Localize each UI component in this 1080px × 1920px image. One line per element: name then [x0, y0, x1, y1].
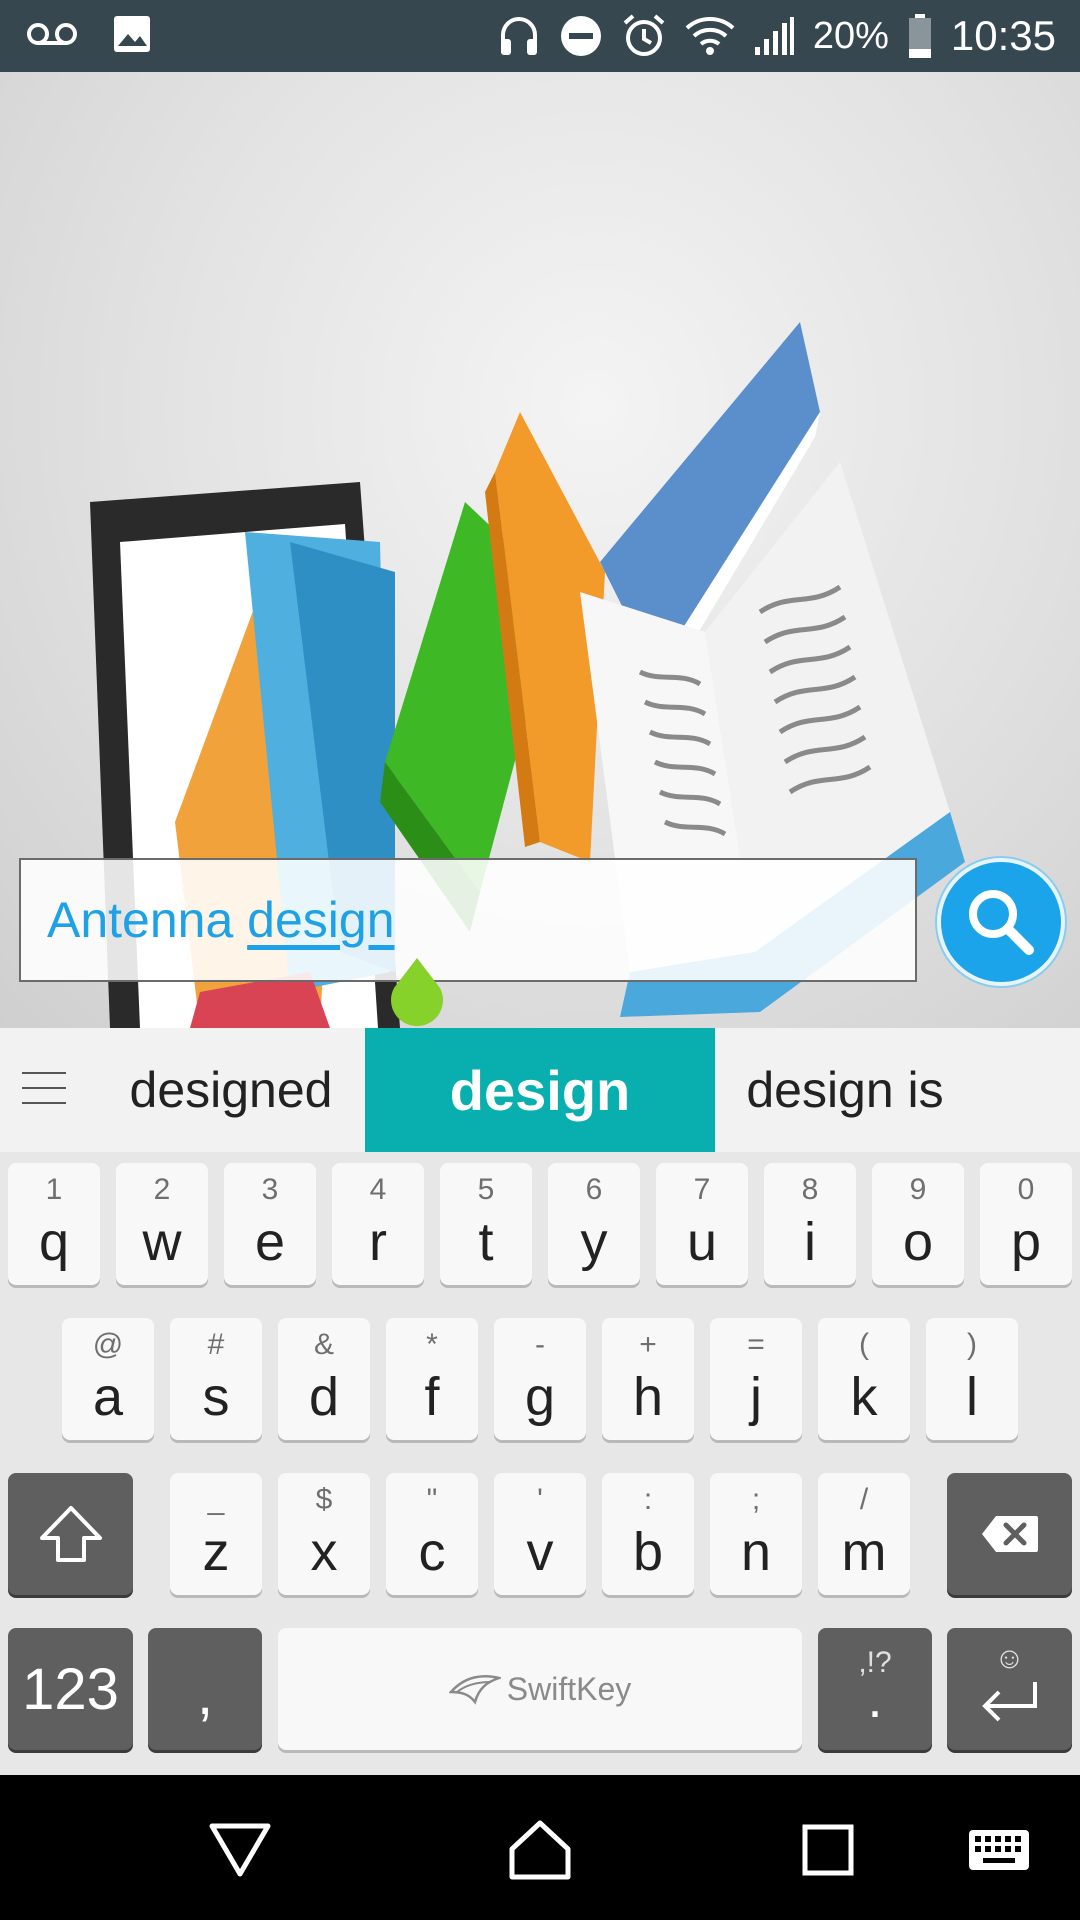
key-x[interactable]: $ x — [278, 1473, 370, 1595]
wifi-icon — [685, 17, 735, 55]
alarm-icon — [623, 14, 665, 56]
home-icon — [509, 1820, 571, 1880]
key-t[interactable]: 5t — [440, 1163, 532, 1285]
signal-icon — [754, 17, 794, 55]
recents-icon — [802, 1824, 854, 1876]
punctuation-key[interactable]: ,!? . — [818, 1628, 932, 1750]
swiftkey-logo: SwiftKey — [448, 1671, 631, 1708]
key-g[interactable]: -g — [494, 1318, 586, 1440]
keyboard: designed design design is 1q 2w 3e 4r 5t… — [0, 1028, 1080, 1775]
enter-icon — [981, 1682, 1037, 1722]
key-m[interactable]: / m — [818, 1473, 910, 1595]
image-icon — [114, 16, 150, 52]
key-v[interactable]: ' v — [494, 1473, 586, 1595]
keyboard-menu-icon[interactable] — [22, 1072, 66, 1108]
key-z[interactable]: _ z — [170, 1473, 262, 1595]
key-b[interactable]: :b — [602, 1473, 694, 1595]
search-icon — [969, 890, 1034, 955]
home-button[interactable] — [495, 1805, 585, 1895]
numbers-key[interactable]: 123 — [8, 1628, 133, 1750]
headset-icon — [500, 17, 537, 55]
key-w[interactable]: 2w — [116, 1163, 208, 1285]
key-c[interactable]: " c — [386, 1473, 478, 1595]
text-cursor-handle[interactable] — [388, 958, 446, 1028]
recents-button[interactable] — [783, 1805, 873, 1895]
search-button[interactable] — [937, 858, 1065, 986]
suggestion-right[interactable]: design is — [720, 1028, 970, 1152]
backspace-key[interactable] — [947, 1473, 1072, 1595]
clock: 10:35 — [950, 12, 1056, 59]
key-r[interactable]: 4r — [332, 1163, 424, 1285]
status-bar: 20% 10:35 — [0, 0, 1080, 72]
key-q[interactable]: 1q — [8, 1163, 100, 1285]
voicemail-icon — [27, 23, 77, 45]
key-f[interactable]: * f — [386, 1318, 478, 1440]
key-y[interactable]: 6y — [548, 1163, 640, 1285]
key-p[interactable]: 0p — [980, 1163, 1072, 1285]
back-icon — [209, 1823, 271, 1877]
search-input-text: Antenna design — [47, 892, 395, 948]
search-input[interactable]: Antenna design — [19, 858, 917, 982]
key-h[interactable]: + h — [602, 1318, 694, 1440]
suggestion-left[interactable]: designed — [106, 1028, 356, 1152]
back-button[interactable] — [195, 1805, 285, 1895]
swiftkey-bird-icon — [448, 1675, 501, 1705]
suggestion-bar: designed design design is — [0, 1028, 1080, 1152]
key-u[interactable]: 7u — [656, 1163, 748, 1285]
dnd-icon — [560, 16, 601, 56]
key-e[interactable]: 3e — [224, 1163, 316, 1285]
key-n[interactable]: ; n — [710, 1473, 802, 1595]
key-l[interactable]: ) l — [926, 1318, 1018, 1440]
enter-key[interactable]: ☺ — [947, 1628, 1072, 1750]
battery-percent: 20% — [812, 14, 889, 57]
suggestion-center[interactable]: design — [365, 1028, 715, 1152]
key-j[interactable]: = j — [710, 1318, 802, 1440]
key-o[interactable]: 9o — [872, 1163, 964, 1285]
shift-key[interactable] — [8, 1473, 133, 1595]
battery-icon — [908, 14, 931, 58]
comma-key[interactable]: , — [148, 1628, 262, 1750]
key-d[interactable]: & d — [278, 1318, 370, 1440]
key-s[interactable]: # s — [170, 1318, 262, 1440]
key-i[interactable]: 8i — [764, 1163, 856, 1285]
key-a[interactable]: @ a — [62, 1318, 154, 1440]
space-key[interactable]: SwiftKey — [278, 1628, 802, 1750]
composing-word: design — [247, 892, 395, 948]
hero-illustration: Antenna design — [0, 72, 1080, 1028]
backspace-icon — [981, 1516, 1038, 1552]
keyboard-switch-button[interactable] — [954, 1805, 1044, 1895]
keyboard-switch-icon — [969, 1830, 1029, 1870]
key-k[interactable]: (k — [818, 1318, 910, 1440]
navigation-bar — [0, 1775, 1080, 1920]
shift-icon — [39, 1506, 102, 1562]
